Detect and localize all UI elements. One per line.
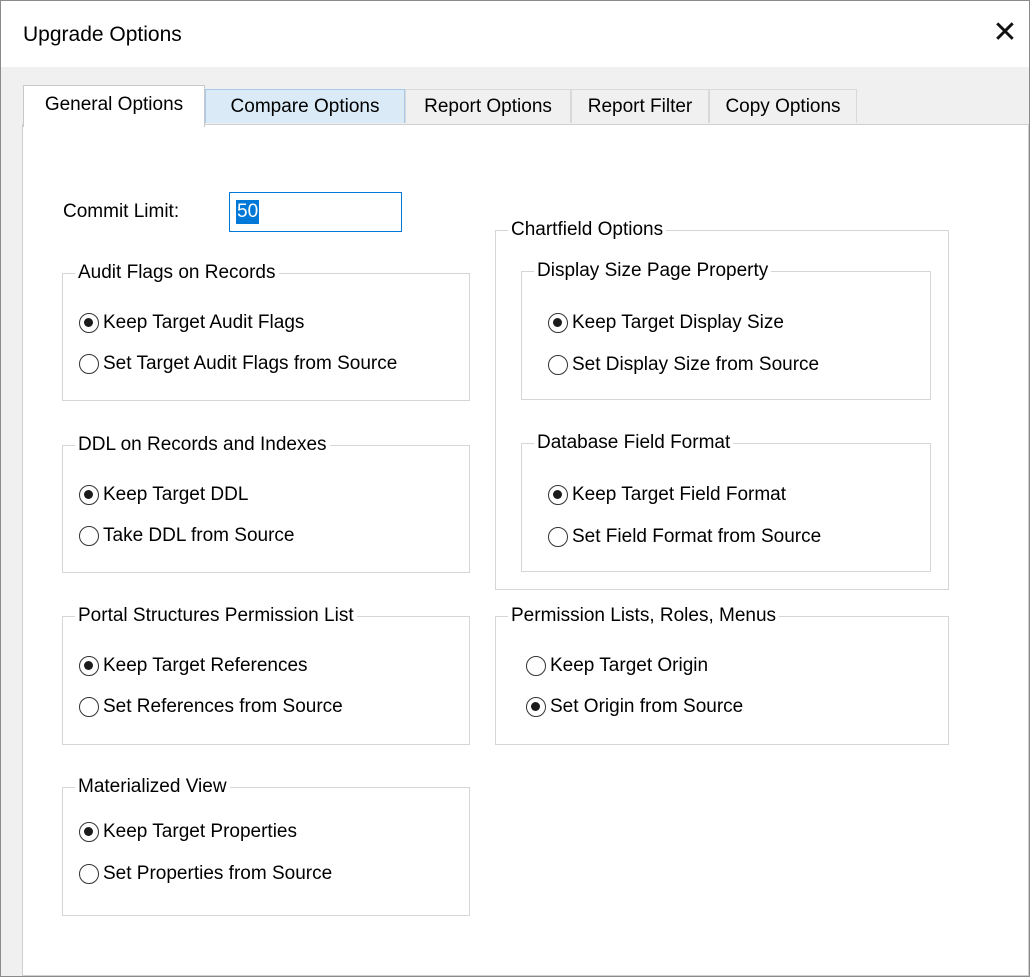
radio-circle [526,656,546,676]
radio-set-display-size-from-source[interactable]: Set Display Size from Source [548,352,819,378]
tab-general-options[interactable]: General Options [23,85,205,127]
group-title: Permission Lists, Roles, Menus [508,604,780,628]
tab-compare-options[interactable]: Compare Options [205,89,405,123]
radio-circle [79,354,99,374]
radio-circle [548,313,568,333]
upgrade-options-dialog: Upgrade Options ✕ General Options Compar… [0,0,1030,977]
radio-keep-target-origin[interactable]: Keep Target Origin [526,653,708,679]
commit-limit-input[interactable]: 50 [229,192,402,232]
portal-permission-group: Portal Structures Permission List Keep T… [62,604,470,745]
tab-label: Copy Options [725,96,841,117]
radio-circle [548,485,568,505]
close-icon[interactable]: ✕ [987,15,1023,51]
radio-circle [526,697,546,717]
radio-label: Set Display Size from Source [572,354,820,375]
radio-circle [79,864,99,884]
radio-keep-target-audit-flags[interactable]: Keep Target Audit Flags [79,310,304,336]
group-title: Database Field Format [534,431,734,455]
radio-circle [548,355,568,375]
radio-set-references-from-source[interactable]: Set References from Source [79,694,343,720]
tab-label: Report Filter [587,96,693,117]
group-title: Display Size Page Property [534,259,772,283]
radio-keep-target-display-size[interactable]: Keep Target Display Size [548,310,784,336]
window-title: Upgrade Options [23,23,182,46]
radio-label: Set References from Source [103,696,343,717]
radio-label: Keep Target DDL [103,484,249,505]
commit-limit-value: 50 [236,200,260,224]
radio-label: Keep Target Properties [103,821,297,842]
group-title: Portal Structures Permission List [75,604,357,628]
radio-keep-target-field-format[interactable]: Keep Target Field Format [548,482,786,508]
radio-circle [79,526,99,546]
audit-flags-group: Audit Flags on Records Keep Target Audit… [62,261,470,401]
group-title: Materialized View [75,775,230,799]
radio-keep-target-properties[interactable]: Keep Target Properties [79,819,297,845]
radio-label: Keep Target Field Format [572,484,787,505]
radio-label: Take DDL from Source [103,525,295,546]
radio-circle [79,485,99,505]
group-title: Audit Flags on Records [75,261,279,285]
tab-label: General Options [44,94,184,115]
radio-keep-target-references[interactable]: Keep Target References [79,653,308,679]
radio-keep-target-ddl[interactable]: Keep Target DDL [79,482,248,508]
radio-label: Keep Target References [103,655,308,676]
display-size-group: Display Size Page Property Keep Target D… [521,259,931,400]
radio-label: Set Properties from Source [103,863,333,884]
field-format-group: Database Field Format Keep Target Field … [521,431,931,572]
radio-set-origin-from-source[interactable]: Set Origin from Source [526,694,743,720]
radio-label: Keep Target Audit Flags [103,312,305,333]
materialized-view-group: Materialized View Keep Target Properties… [62,775,470,916]
ddl-group: DDL on Records and Indexes Keep Target D… [62,433,470,573]
tab-label: Compare Options [230,96,380,117]
radio-circle [79,822,99,842]
tab-label: Report Options [424,96,552,117]
radio-set-field-format-from-source[interactable]: Set Field Format from Source [548,524,821,550]
radio-label: Keep Target Display Size [572,312,784,333]
radio-label: Set Origin from Source [550,696,744,717]
radio-circle [548,527,568,547]
group-title: Chartfield Options [508,218,667,242]
tab-report-filter[interactable]: Report Filter [571,89,709,123]
group-title: DDL on Records and Indexes [75,433,330,457]
radio-set-target-audit-flags[interactable]: Set Target Audit Flags from Source [79,351,397,377]
radio-circle [79,697,99,717]
tab-report-options[interactable]: Report Options [405,89,571,123]
commit-limit-label: Commit Limit: [63,201,180,222]
radio-circle [79,656,99,676]
permission-lists-group: Permission Lists, Roles, Menus Keep Targ… [495,604,949,745]
title-bar: Upgrade Options ✕ [1,1,1029,67]
radio-label: Keep Target Origin [550,655,709,676]
radio-set-properties-from-source[interactable]: Set Properties from Source [79,861,332,887]
radio-take-ddl-from-source[interactable]: Take DDL from Source [79,523,294,549]
radio-label: Set Target Audit Flags from Source [103,353,398,374]
tab-copy-options[interactable]: Copy Options [709,89,857,123]
radio-label: Set Field Format from Source [572,526,822,547]
radio-circle [79,313,99,333]
